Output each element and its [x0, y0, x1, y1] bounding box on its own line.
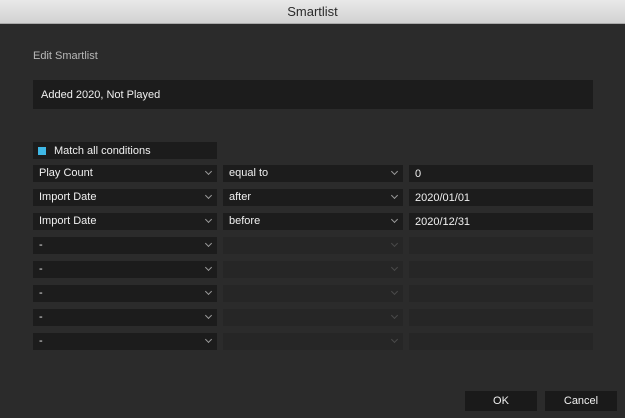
condition-row: Import Date after	[33, 189, 593, 206]
condition-operator-select[interactable]: before	[223, 213, 403, 230]
cancel-button[interactable]: Cancel	[545, 391, 617, 411]
window-title: Smartlist	[0, 0, 625, 24]
condition-operator-select	[223, 285, 403, 302]
condition-field-select[interactable]: -	[33, 261, 217, 278]
condition-operator-select[interactable]: after	[223, 189, 403, 206]
chevron-down-icon	[204, 215, 213, 224]
chevron-down-icon	[204, 335, 213, 344]
chevron-down-icon	[204, 191, 213, 200]
condition-value-input	[409, 333, 593, 350]
section-label: Edit Smartlist	[33, 50, 98, 62]
condition-operator-select[interactable]: equal to	[223, 165, 403, 182]
condition-field-select[interactable]: Import Date	[33, 189, 217, 206]
chevron-down-icon	[204, 311, 213, 320]
condition-row: -	[33, 285, 593, 302]
condition-field-label: Play Count	[39, 167, 93, 179]
chevron-down-icon	[204, 239, 213, 248]
chevron-down-icon	[390, 263, 399, 272]
checkbox-indicator	[38, 146, 46, 155]
condition-field-select[interactable]: -	[33, 333, 217, 350]
chevron-down-icon	[390, 335, 399, 344]
chevron-down-icon	[390, 167, 399, 176]
chevron-down-icon	[390, 311, 399, 320]
condition-value-input	[409, 309, 593, 326]
condition-value-input[interactable]	[409, 189, 593, 206]
condition-field-select[interactable]: -	[33, 309, 217, 326]
ok-button[interactable]: OK	[465, 391, 537, 411]
match-all-label: Match all conditions	[54, 144, 151, 157]
smartlist-name-input[interactable]	[33, 80, 593, 109]
match-all-checkbox[interactable]: Match all conditions	[33, 142, 217, 159]
condition-operator-select	[223, 261, 403, 278]
condition-operator-select	[223, 333, 403, 350]
condition-operator-select	[223, 237, 403, 254]
condition-row: -	[33, 309, 593, 326]
condition-value-input[interactable]	[409, 165, 593, 182]
condition-field-label: -	[39, 311, 43, 323]
chevron-down-icon	[204, 287, 213, 296]
chevron-down-icon	[204, 167, 213, 176]
condition-row: -	[33, 261, 593, 278]
condition-field-select[interactable]: Import Date	[33, 213, 217, 230]
condition-field-label: Import Date	[39, 191, 97, 203]
condition-row: -	[33, 333, 593, 350]
condition-operator-label: equal to	[229, 167, 269, 179]
condition-value-input	[409, 285, 593, 302]
condition-value-input[interactable]	[409, 213, 593, 230]
condition-row: -	[33, 237, 593, 254]
condition-field-label: -	[39, 239, 43, 251]
chevron-down-icon	[390, 239, 399, 248]
condition-field-label: -	[39, 287, 43, 299]
condition-row: Import Date before	[33, 213, 593, 230]
condition-row: Play Count equal to	[33, 165, 593, 182]
condition-operator-label: after	[229, 191, 252, 203]
condition-field-label: Import Date	[39, 215, 97, 227]
chevron-down-icon	[390, 191, 399, 200]
condition-operator-select	[223, 309, 403, 326]
chevron-down-icon	[204, 263, 213, 272]
condition-field-select[interactable]: -	[33, 285, 217, 302]
chevron-down-icon	[390, 287, 399, 296]
condition-field-select[interactable]: Play Count	[33, 165, 217, 182]
condition-field-label: -	[39, 263, 43, 275]
condition-value-input	[409, 237, 593, 254]
condition-field-label: -	[39, 335, 43, 347]
chevron-down-icon	[390, 215, 399, 224]
condition-field-select[interactable]: -	[33, 237, 217, 254]
condition-value-input	[409, 261, 593, 278]
condition-operator-label: before	[229, 215, 261, 227]
